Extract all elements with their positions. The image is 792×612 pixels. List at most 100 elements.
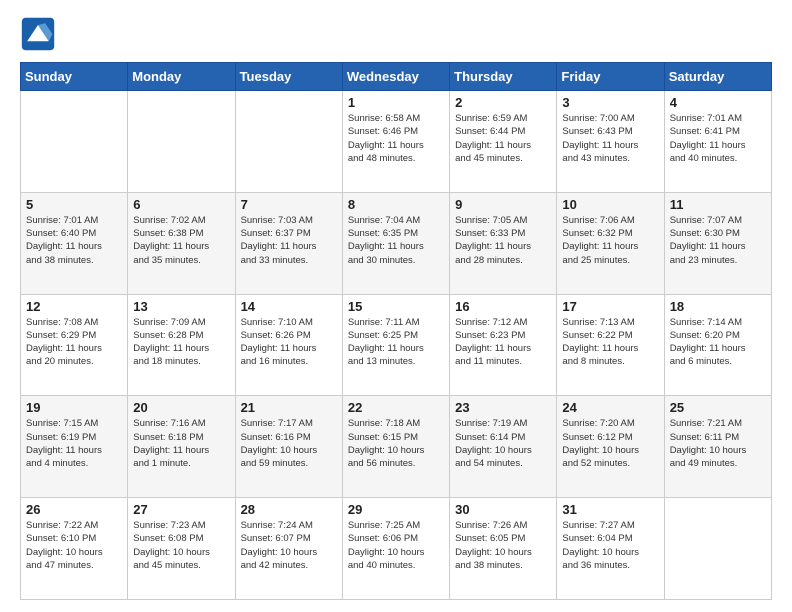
page: SundayMondayTuesdayWednesdayThursdayFrid… [0, 0, 792, 612]
day-info: Sunrise: 7:15 AM Sunset: 6:19 PM Dayligh… [26, 417, 122, 470]
day-number: 13 [133, 299, 229, 314]
day-info: Sunrise: 6:58 AM Sunset: 6:46 PM Dayligh… [348, 112, 444, 165]
calendar-cell: 22 Sunrise: 7:18 AM Sunset: 6:15 PM Dayli… [342, 396, 449, 498]
calendar-cell [664, 498, 771, 600]
calendar-cell: 24 Sunrise: 7:20 AM Sunset: 6:12 PM Dayli… [557, 396, 664, 498]
day-number: 24 [562, 400, 658, 415]
day-info: Sunrise: 7:17 AM Sunset: 6:16 PM Dayligh… [241, 417, 337, 470]
day-number: 11 [670, 197, 766, 212]
day-number: 26 [26, 502, 122, 517]
day-info: Sunrise: 7:16 AM Sunset: 6:18 PM Dayligh… [133, 417, 229, 470]
day-number: 30 [455, 502, 551, 517]
calendar-cell: 13 Sunrise: 7:09 AM Sunset: 6:28 PM Dayli… [128, 294, 235, 396]
day-number: 7 [241, 197, 337, 212]
day-number: 18 [670, 299, 766, 314]
day-number: 21 [241, 400, 337, 415]
calendar-cell [235, 91, 342, 193]
day-info: Sunrise: 7:02 AM Sunset: 6:38 PM Dayligh… [133, 214, 229, 267]
day-number: 19 [26, 400, 122, 415]
calendar-cell: 17Sunrise: 7:13 AM Sunset: 6:22 PM Dayli… [557, 294, 664, 396]
day-info: Sunrise: 7:04 AM Sunset: 6:35 PM Dayligh… [348, 214, 444, 267]
calendar-cell: 5 Sunrise: 7:01 AM Sunset: 6:40 PM Daylig… [21, 192, 128, 294]
day-info: Sunrise: 7:03 AM Sunset: 6:37 PM Dayligh… [241, 214, 337, 267]
day-header-saturday: Saturday [664, 63, 771, 91]
calendar-cell: 4 Sunrise: 7:01 AM Sunset: 6:41 PM Daylig… [664, 91, 771, 193]
week-row-3: 12 Sunrise: 7:08 AM Sunset: 6:29 PM Dayli… [21, 294, 772, 396]
calendar-cell: 15 Sunrise: 7:11 AM Sunset: 6:25 PM Dayli… [342, 294, 449, 396]
day-number: 1 [348, 95, 444, 110]
day-info: Sunrise: 7:12 AM Sunset: 6:23 PM Dayligh… [455, 316, 551, 369]
calendar-cell: 20 Sunrise: 7:16 AM Sunset: 6:18 PM Dayli… [128, 396, 235, 498]
calendar-cell: 14 Sunrise: 7:10 AM Sunset: 6:26 PM Dayli… [235, 294, 342, 396]
day-info: Sunrise: 7:20 AM Sunset: 6:12 PM Dayligh… [562, 417, 658, 470]
calendar-cell: 16Sunrise: 7:12 AM Sunset: 6:23 PM Dayli… [450, 294, 557, 396]
calendar-cell: 18 Sunrise: 7:14 AM Sunset: 6:20 PM Dayli… [664, 294, 771, 396]
day-info: Sunrise: 7:18 AM Sunset: 6:15 PM Dayligh… [348, 417, 444, 470]
day-number: 5 [26, 197, 122, 212]
day-info: Sunrise: 7:00 AM Sunset: 6:43 PM Dayligh… [562, 112, 658, 165]
day-info: Sunrise: 7:10 AM Sunset: 6:26 PM Dayligh… [241, 316, 337, 369]
week-row-2: 5 Sunrise: 7:01 AM Sunset: 6:40 PM Daylig… [21, 192, 772, 294]
day-header-sunday: Sunday [21, 63, 128, 91]
day-number: 31 [562, 502, 658, 517]
day-number: 23 [455, 400, 551, 415]
day-info: Sunrise: 7:05 AM Sunset: 6:33 PM Dayligh… [455, 214, 551, 267]
day-number: 22 [348, 400, 444, 415]
day-number: 2 [455, 95, 551, 110]
calendar-cell: 7 Sunrise: 7:03 AM Sunset: 6:37 PM Daylig… [235, 192, 342, 294]
day-info: Sunrise: 7:22 AM Sunset: 6:10 PM Dayligh… [26, 519, 122, 572]
calendar-cell [21, 91, 128, 193]
calendar-cell: 3Sunrise: 7:00 AM Sunset: 6:43 PM Daylig… [557, 91, 664, 193]
day-info: Sunrise: 7:19 AM Sunset: 6:14 PM Dayligh… [455, 417, 551, 470]
day-number: 15 [348, 299, 444, 314]
day-header-monday: Monday [128, 63, 235, 91]
calendar-cell: 23 Sunrise: 7:19 AM Sunset: 6:14 PM Dayli… [450, 396, 557, 498]
day-info: Sunrise: 6:59 AM Sunset: 6:44 PM Dayligh… [455, 112, 551, 165]
calendar-cell: 26 Sunrise: 7:22 AM Sunset: 6:10 PM Dayli… [21, 498, 128, 600]
calendar-cell: 6 Sunrise: 7:02 AM Sunset: 6:38 PM Daylig… [128, 192, 235, 294]
week-row-1: 1 Sunrise: 6:58 AM Sunset: 6:46 PM Daylig… [21, 91, 772, 193]
day-info: Sunrise: 7:26 AM Sunset: 6:05 PM Dayligh… [455, 519, 551, 572]
day-number: 6 [133, 197, 229, 212]
day-info: Sunrise: 7:14 AM Sunset: 6:20 PM Dayligh… [670, 316, 766, 369]
day-info: Sunrise: 7:27 AM Sunset: 6:04 PM Dayligh… [562, 519, 658, 572]
calendar-cell: 12 Sunrise: 7:08 AM Sunset: 6:29 PM Dayli… [21, 294, 128, 396]
day-info: Sunrise: 7:08 AM Sunset: 6:29 PM Dayligh… [26, 316, 122, 369]
day-info: Sunrise: 7:07 AM Sunset: 6:30 PM Dayligh… [670, 214, 766, 267]
day-info: Sunrise: 7:24 AM Sunset: 6:07 PM Dayligh… [241, 519, 337, 572]
day-header-thursday: Thursday [450, 63, 557, 91]
day-number: 4 [670, 95, 766, 110]
logo-icon [20, 16, 56, 52]
calendar-cell: 9Sunrise: 7:05 AM Sunset: 6:33 PM Daylig… [450, 192, 557, 294]
day-info: Sunrise: 7:01 AM Sunset: 6:41 PM Dayligh… [670, 112, 766, 165]
calendar-cell: 29 Sunrise: 7:25 AM Sunset: 6:06 PM Dayli… [342, 498, 449, 600]
calendar-cell: 27Sunrise: 7:23 AM Sunset: 6:08 PM Dayli… [128, 498, 235, 600]
day-number: 20 [133, 400, 229, 415]
calendar-cell: 25Sunrise: 7:21 AM Sunset: 6:11 PM Dayli… [664, 396, 771, 498]
day-info: Sunrise: 7:09 AM Sunset: 6:28 PM Dayligh… [133, 316, 229, 369]
calendar-cell: 31 Sunrise: 7:27 AM Sunset: 6:04 PM Dayli… [557, 498, 664, 600]
calendar-cell: 19 Sunrise: 7:15 AM Sunset: 6:19 PM Dayli… [21, 396, 128, 498]
day-info: Sunrise: 7:25 AM Sunset: 6:06 PM Dayligh… [348, 519, 444, 572]
day-number: 14 [241, 299, 337, 314]
calendar-cell: 21 Sunrise: 7:17 AM Sunset: 6:16 PM Dayli… [235, 396, 342, 498]
calendar-cell: 2 Sunrise: 6:59 AM Sunset: 6:44 PM Daylig… [450, 91, 557, 193]
day-header-friday: Friday [557, 63, 664, 91]
calendar-cell: 1 Sunrise: 6:58 AM Sunset: 6:46 PM Daylig… [342, 91, 449, 193]
header [20, 16, 772, 52]
day-number: 8 [348, 197, 444, 212]
calendar-table: SundayMondayTuesdayWednesdayThursdayFrid… [20, 62, 772, 600]
calendar-cell: 10Sunrise: 7:06 AM Sunset: 6:32 PM Dayli… [557, 192, 664, 294]
day-info: Sunrise: 7:11 AM Sunset: 6:25 PM Dayligh… [348, 316, 444, 369]
day-number: 27 [133, 502, 229, 517]
week-row-5: 26 Sunrise: 7:22 AM Sunset: 6:10 PM Dayli… [21, 498, 772, 600]
calendar-cell [128, 91, 235, 193]
day-info: Sunrise: 7:01 AM Sunset: 6:40 PM Dayligh… [26, 214, 122, 267]
day-number: 12 [26, 299, 122, 314]
day-info: Sunrise: 7:21 AM Sunset: 6:11 PM Dayligh… [670, 417, 766, 470]
calendar-header-row: SundayMondayTuesdayWednesdayThursdayFrid… [21, 63, 772, 91]
calendar-cell: 28Sunrise: 7:24 AM Sunset: 6:07 PM Dayli… [235, 498, 342, 600]
day-info: Sunrise: 7:06 AM Sunset: 6:32 PM Dayligh… [562, 214, 658, 267]
day-number: 29 [348, 502, 444, 517]
day-header-wednesday: Wednesday [342, 63, 449, 91]
